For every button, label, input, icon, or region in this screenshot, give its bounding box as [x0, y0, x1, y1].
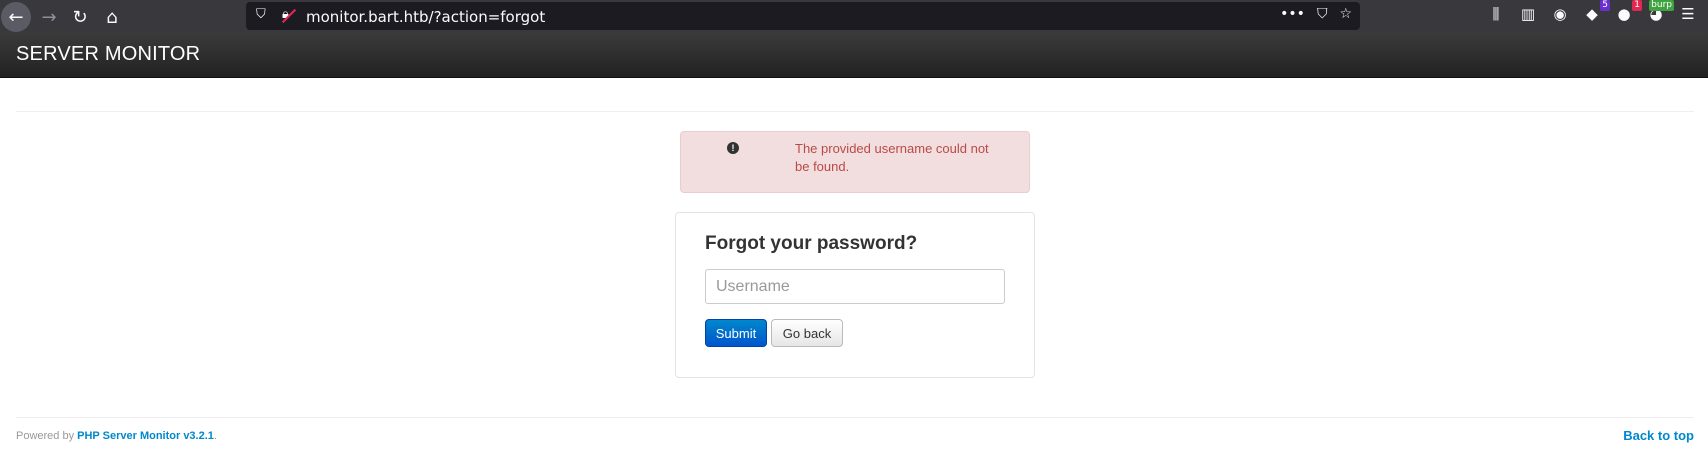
submit-button[interactable]: Submit — [705, 319, 767, 347]
menu-icon[interactable]: ☰ — [1678, 4, 1698, 24]
footer-powered-by: Powered by PHP Server Monitor v3.2.1. — [16, 430, 217, 442]
address-bar[interactable]: ⛉ 🔒︎ monitor.bart.htb/?action=forgot •••… — [246, 2, 1360, 30]
browser-toolbar: ← → ↻ ⌂ ⛉ 🔒︎ monitor.bart.htb/?action=fo… — [0, 0, 1708, 34]
back-arrow-icon[interactable]: ← — [1, 2, 31, 32]
library-icon[interactable]: ⫼ — [1486, 4, 1506, 24]
sidebar-icon[interactable]: ▥ — [1518, 4, 1538, 24]
forward-arrow-icon[interactable]: → — [34, 2, 64, 32]
menu-glyph: ☰ — [1681, 5, 1695, 23]
sidebar-glyph: ▥ — [1520, 5, 1536, 23]
extension-purple-glyph: ◆ — [1586, 5, 1598, 23]
forgot-password-form: Forgot your password? Submit Go back — [675, 212, 1035, 378]
extension-badge: burp — [1649, 0, 1674, 11]
pocket-icon[interactable]: ⛉ — [1317, 6, 1328, 22]
account-icon[interactable]: ◉ — [1550, 4, 1570, 24]
footer-suffix: . — [213, 430, 217, 442]
tracking-shield-icon[interactable]: ⛉ — [256, 7, 266, 22]
url-actions: ••• ⛉ ☆ — [1280, 6, 1352, 22]
library-glyph: ⫼ — [1492, 5, 1500, 23]
account-glyph: ◉ — [1553, 5, 1567, 23]
reload-icon[interactable]: ↻ — [65, 2, 95, 32]
brand-title[interactable]: SERVER MONITOR — [16, 43, 200, 66]
bookmark-star-icon[interactable]: ☆ — [1339, 6, 1352, 22]
go-back-button[interactable]: Go back — [771, 319, 843, 347]
burp-icon[interactable]: ◕ burp — [1646, 0, 1674, 24]
home-icon[interactable]: ⌂ — [97, 2, 127, 32]
extension-badge: 5 — [1600, 0, 1610, 11]
powered-by-label: Powered by — [16, 430, 78, 442]
extension-purple-icon[interactable]: ◆ 5 — [1582, 0, 1610, 24]
back-to-top-link[interactable]: Back to top — [1623, 428, 1694, 443]
form-title: Forgot your password? — [705, 233, 918, 254]
page-actions-icon[interactable]: ••• — [1280, 6, 1305, 22]
insecure-lock-icon[interactable]: 🔒︎ — [282, 7, 289, 22]
error-alert: ! The provided username could not be fou… — [680, 131, 1030, 193]
divider — [16, 111, 1694, 112]
footer-divider — [16, 417, 1694, 418]
username-input[interactable] — [705, 269, 1005, 304]
php-server-monitor-link[interactable]: PHP Server Monitor v3.2.1 — [77, 430, 214, 442]
alert-message: The provided username could not be found… — [795, 141, 989, 174]
extension-cookie-glyph: ● — [1617, 5, 1631, 23]
url-text[interactable]: monitor.bart.htb/?action=forgot — [306, 8, 545, 26]
extension-cookie-icon[interactable]: ● 1 — [1614, 0, 1642, 24]
app-navbar: SERVER MONITOR — [0, 34, 1708, 78]
exclamation-icon: ! — [727, 142, 739, 154]
extension-badge: 1 — [1632, 0, 1642, 11]
toolbar-extensions: ⫼ ▥ ◉ ◆ 5 ● 1 ◕ burp ☰ — [1486, 0, 1708, 24]
